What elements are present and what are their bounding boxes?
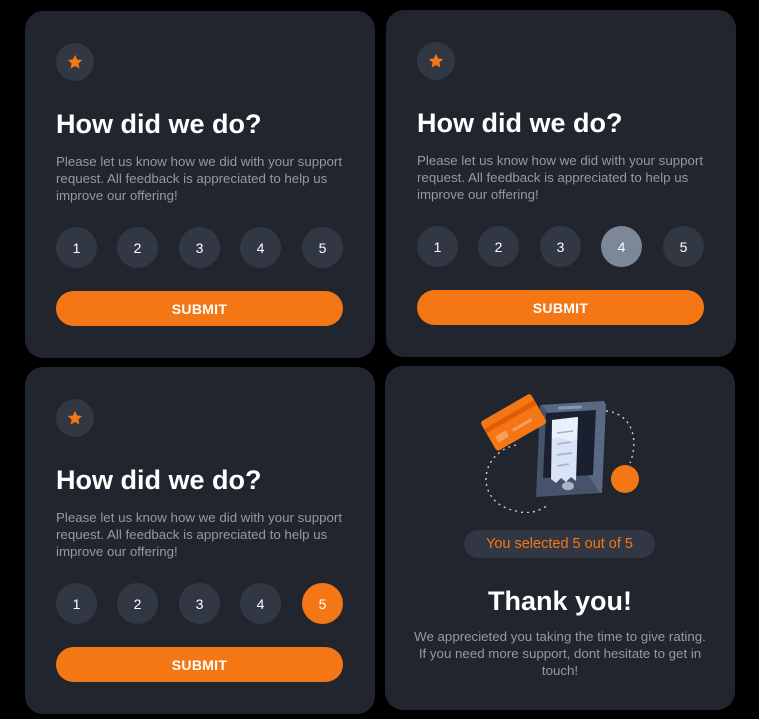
thank-you-message: We apprecieted you taking the time to gi… bbox=[414, 629, 706, 678]
rating-2-button[interactable]: 2 bbox=[478, 226, 519, 267]
star-icon bbox=[56, 43, 94, 81]
rating-2-button[interactable]: 2 bbox=[117, 583, 158, 624]
thank-you-card: You selected 5 out of 5 Thank you! We ap… bbox=[385, 366, 735, 710]
rating-4-button[interactable]: 4 bbox=[240, 583, 281, 624]
rating-options: 1 2 3 4 5 bbox=[56, 227, 343, 268]
rating-3-button[interactable]: 3 bbox=[179, 227, 220, 268]
submit-button[interactable]: SUBMIT bbox=[417, 290, 704, 325]
rating-title: How did we do? bbox=[417, 108, 623, 138]
rating-card-hover: How did we do? Please let us know how we… bbox=[386, 10, 736, 357]
rating-5-button[interactable]: 5 bbox=[663, 226, 704, 267]
rating-1-button[interactable]: 1 bbox=[56, 583, 97, 624]
rating-1-button[interactable]: 1 bbox=[56, 227, 97, 268]
phone-payment-illustration bbox=[478, 393, 648, 514]
rating-4-button[interactable]: 4 bbox=[240, 227, 281, 268]
rating-3-button[interactable]: 3 bbox=[179, 583, 220, 624]
rating-options: 1 2 3 4 5 bbox=[56, 583, 343, 624]
rating-description: Please let us know how we did with your … bbox=[417, 153, 704, 202]
rating-2-button[interactable]: 2 bbox=[117, 227, 158, 268]
rating-title: How did we do? bbox=[56, 109, 262, 139]
rating-card-selected: How did we do? Please let us know how we… bbox=[25, 367, 375, 714]
rating-card-default: How did we do? Please let us know how we… bbox=[25, 11, 375, 358]
rating-description: Please let us know how we did with your … bbox=[56, 510, 343, 559]
rating-5-button-selected[interactable]: 5 bbox=[302, 583, 343, 624]
submit-button[interactable]: SUBMIT bbox=[56, 647, 343, 682]
rating-options: 1 2 3 4 5 bbox=[417, 226, 704, 267]
submit-button[interactable]: SUBMIT bbox=[56, 291, 343, 326]
star-icon bbox=[56, 399, 94, 437]
rating-3-button[interactable]: 3 bbox=[540, 226, 581, 267]
rating-description: Please let us know how we did with your … bbox=[56, 154, 343, 203]
rating-4-button-hovered[interactable]: 4 bbox=[601, 226, 642, 267]
star-icon bbox=[417, 42, 455, 80]
selected-rating-badge: You selected 5 out of 5 bbox=[464, 530, 655, 558]
rating-5-button[interactable]: 5 bbox=[302, 227, 343, 268]
thank-you-title: Thank you! bbox=[487, 586, 632, 616]
rating-title: How did we do? bbox=[56, 465, 262, 495]
rating-1-button[interactable]: 1 bbox=[417, 226, 458, 267]
